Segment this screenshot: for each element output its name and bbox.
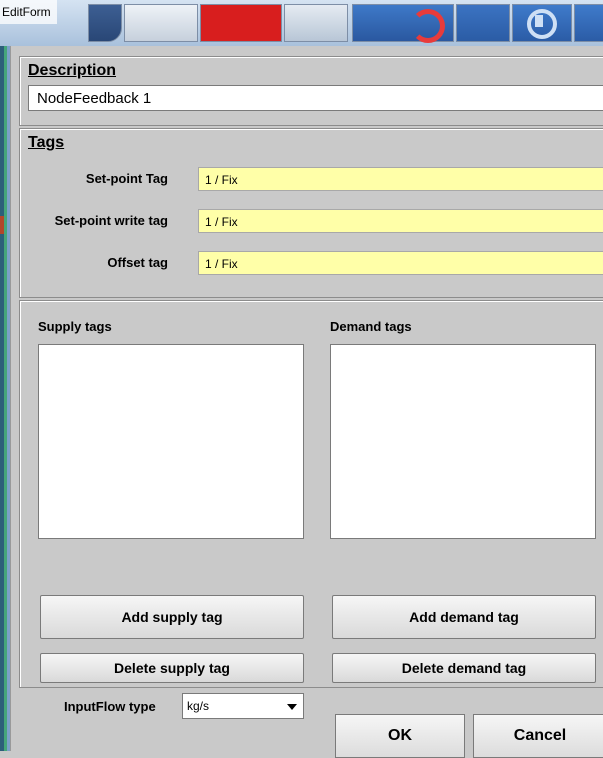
setpoint-tag-input[interactable]: 1 / Fix (198, 167, 603, 191)
delete-demand-tag-button[interactable]: Delete demand tag (332, 653, 596, 683)
inputflow-type-label: InputFlow type (64, 699, 156, 714)
form-client-area: Description NodeFeedback 1 Tags Set-poin… (10, 46, 603, 758)
add-supply-tag-button[interactable]: Add supply tag (40, 595, 304, 639)
taskbar-thumbnail (512, 4, 572, 42)
inputflow-type-value: kg/s (187, 699, 210, 713)
description-input[interactable]: NodeFeedback 1 (28, 85, 603, 111)
taskbar-thumbnail (284, 4, 348, 42)
description-group: Description NodeFeedback 1 (19, 56, 603, 126)
demand-tags-list[interactable] (330, 344, 596, 539)
supply-tags-label: Supply tags (38, 319, 112, 334)
taskbar-thumbnail (200, 4, 282, 42)
chevron-down-icon[interactable] (287, 704, 297, 710)
inputflow-type-select[interactable]: kg/s (182, 693, 304, 719)
swirl-icon (411, 9, 445, 43)
ok-button[interactable]: OK (335, 714, 465, 758)
taskbar-thumbnail (456, 4, 510, 42)
delete-supply-tag-button[interactable]: Delete supply tag (40, 653, 304, 683)
title-bar: EditForm (0, 0, 603, 47)
setpoint-tag-label: Set-point Tag (85, 171, 168, 186)
taskbar-thumbnail (574, 4, 603, 42)
tags-heading: Tags (28, 134, 65, 151)
setpoint-write-tag-label: Set-point write tag (54, 213, 168, 228)
setpoint-write-tag-input[interactable]: 1 / Fix (198, 209, 603, 233)
window-title: EditForm (0, 0, 57, 24)
supply-tags-list[interactable] (38, 344, 304, 539)
offset-tag-label: Offset tag (107, 255, 168, 270)
cancel-button[interactable]: Cancel (473, 714, 603, 758)
add-demand-tag-button[interactable]: Add demand tag (332, 595, 596, 639)
supply-demand-group: Supply tags Demand tags Add supply tag A… (19, 300, 603, 719)
taskbar-thumbnail (124, 4, 198, 42)
taskbar-thumbnail (352, 4, 454, 43)
offset-tag-input[interactable]: 1 / Fix (198, 251, 603, 275)
description-heading: Description (28, 62, 117, 79)
window-left-border (0, 46, 10, 751)
taskbar-thumbnail (88, 4, 122, 42)
plus-icon (535, 15, 543, 27)
demand-tags-label: Demand tags (330, 319, 412, 334)
tags-group: Tags Set-point Tag 1 / Fix Set-point wri… (19, 128, 603, 298)
